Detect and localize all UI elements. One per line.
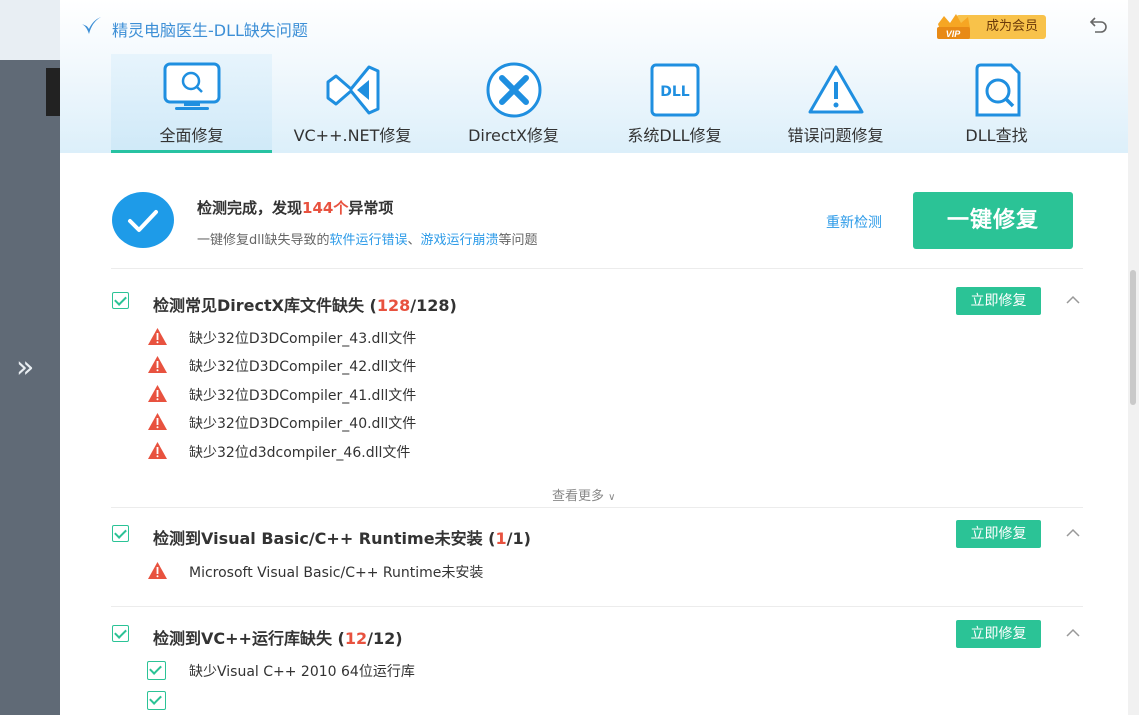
- list-item-text: 缺少32位d3dcompiler_46.dll文件: [189, 445, 411, 461]
- tab-directx-repair[interactable]: DirectX修复: [433, 54, 594, 153]
- section-title-text: 检测到Visual Basic/C++ Runtime未安装 (: [153, 529, 496, 548]
- warning-icon: [148, 385, 167, 402]
- background-app-header: [0, 0, 60, 60]
- back-icon[interactable]: [1088, 14, 1110, 36]
- divider: [111, 606, 1083, 607]
- section-total-count: /128): [410, 296, 457, 315]
- section-total-count: /12): [367, 629, 403, 648]
- list-item-text: 缺少32位D3DCompiler_41.dll文件: [189, 388, 417, 404]
- fix-now-button[interactable]: 立即修复: [956, 520, 1041, 548]
- app-logo-icon: [81, 17, 101, 34]
- desc-prefix: 一键修复dll缺失导致的: [197, 233, 330, 248]
- scan-result-description: 一键修复dll缺失导致的软件运行错误、游戏运行崩溃等问题: [197, 229, 538, 248]
- tab-bar: 全面修复 VC++.NET修复 DirectX修复 DLL 系统DLL修复 错误…: [111, 54, 1077, 153]
- svg-text:DLL: DLL: [660, 84, 690, 100]
- tab-system-dll-repair[interactable]: DLL 系统DLL修复: [594, 54, 755, 153]
- section-total-count: /1): [506, 529, 531, 548]
- visual-studio-icon: [326, 65, 379, 115]
- page-scrollbar[interactable]: [1127, 0, 1139, 715]
- tab-error-repair[interactable]: 错误问题修复: [755, 54, 916, 153]
- header: 精灵电脑医生-DLL缺失问题 成为会员 VIP 全面修复 VC++.NET修复 …: [60, 0, 1128, 153]
- app-title: 精灵电脑医生-DLL缺失问题: [112, 21, 308, 40]
- vip-crown-icon: VIP: [937, 14, 970, 39]
- scan-result-suffix: 异常项: [348, 199, 394, 217]
- list-item-text: 缺少32位D3DCompiler_43.dll文件: [189, 331, 417, 347]
- warning-icon: [148, 562, 167, 579]
- fix-now-button[interactable]: 立即修复: [956, 620, 1041, 648]
- dll-file-icon: DLL: [650, 63, 699, 117]
- collapse-chevron-icon[interactable]: [1065, 528, 1081, 538]
- warning-icon: [148, 413, 167, 430]
- list-item-text: Microsoft Visual Basic/C++ Runtime未安装: [189, 565, 484, 581]
- section-found-count: 128: [376, 296, 411, 315]
- section-checkbox-vc-runtime[interactable]: [112, 625, 129, 642]
- warning-icon: [148, 328, 167, 345]
- tab-dll-search[interactable]: DLL查找: [916, 54, 1077, 153]
- dll-search-icon: [975, 63, 1020, 117]
- fix-now-button[interactable]: 立即修复: [956, 287, 1041, 315]
- one-click-fix-button[interactable]: 一键修复: [913, 192, 1073, 249]
- list-item-text: 缺少Visual C++ 2010 64位运行库: [189, 664, 415, 680]
- background-app-block: [46, 68, 60, 116]
- desc-separator: 、: [407, 233, 421, 248]
- section-checkbox-directx[interactable]: [112, 292, 129, 309]
- vip-badge-text: VIP: [946, 29, 962, 39]
- tab-vc-net-repair-label: VC++.NET修复: [293, 126, 412, 145]
- desc-software-error: 软件运行错误: [329, 233, 408, 248]
- expand-down-icon: ∨: [608, 492, 616, 503]
- section-title-vb-runtime: 检测到Visual Basic/C++ Runtime未安装 (1/1): [153, 525, 531, 549]
- list-item-text: 缺少32位D3DCompiler_40.dll文件: [189, 416, 417, 432]
- scan-result-prefix: 检测完成，发现: [197, 199, 303, 217]
- item-checkbox[interactable]: [147, 661, 166, 680]
- become-member-button[interactable]: 成为会员 VIP: [934, 12, 1048, 40]
- view-more-link[interactable]: 查看更多 ∨: [552, 485, 615, 504]
- collapse-chevron-icon[interactable]: [1065, 295, 1081, 305]
- list-item-text: 缺少32位D3DCompiler_42.dll文件: [189, 359, 417, 375]
- tab-directx-repair-label: DirectX修复: [468, 126, 559, 145]
- directx-icon: [486, 62, 541, 118]
- tab-dll-search-label: DLL查找: [965, 126, 1028, 145]
- section-title-text: 检测常见DirectX库文件缺失 (: [153, 296, 377, 315]
- tab-full-repair[interactable]: 全面修复: [111, 54, 272, 153]
- scan-result-title: 检测完成，发现144个异常项: [197, 197, 393, 218]
- section-found-count: 12: [344, 629, 368, 648]
- tab-system-dll-repair-label: 系统DLL修复: [627, 126, 722, 145]
- collapse-chevron-icon[interactable]: [1065, 628, 1081, 638]
- view-more-label: 查看更多: [552, 489, 605, 504]
- tab-error-repair-label: 错误问题修复: [787, 126, 884, 145]
- desc-suffix: 等问题: [498, 233, 538, 248]
- rescan-link[interactable]: 重新检测: [826, 212, 882, 232]
- section-found-count: 1: [495, 529, 507, 548]
- section-title-text: 检测到VC++运行库缺失 (: [153, 629, 345, 648]
- desc-game-crash: 游戏运行崩溃: [420, 233, 499, 248]
- warning-icon: [148, 356, 167, 373]
- tab-vc-net-repair[interactable]: VC++.NET修复: [272, 54, 433, 153]
- scan-complete-check-icon: [112, 192, 174, 248]
- divider: [111, 268, 1083, 269]
- item-checkbox[interactable]: [147, 691, 166, 710]
- warning-triangle-icon: [808, 65, 863, 114]
- expand-panel-icon[interactable]: »: [16, 350, 34, 385]
- issue-count: 144个: [302, 199, 349, 217]
- section-title-directx: 检测常见DirectX库文件缺失 (128/128): [153, 292, 457, 316]
- app-window: 精灵电脑医生-DLL缺失问题 成为会员 VIP 全面修复 VC++.NET修复 …: [60, 0, 1128, 715]
- monitor-search-icon: [163, 62, 220, 110]
- section-checkbox-vb-runtime[interactable]: [112, 525, 129, 542]
- background-app-panel: »: [0, 0, 60, 715]
- tab-full-repair-label: 全面修复: [159, 126, 224, 145]
- scrollbar-thumb[interactable]: [1130, 270, 1136, 405]
- warning-icon: [148, 442, 167, 459]
- section-title-vc-runtime: 检测到VC++运行库缺失 (12/12): [153, 625, 403, 649]
- divider: [111, 507, 1083, 508]
